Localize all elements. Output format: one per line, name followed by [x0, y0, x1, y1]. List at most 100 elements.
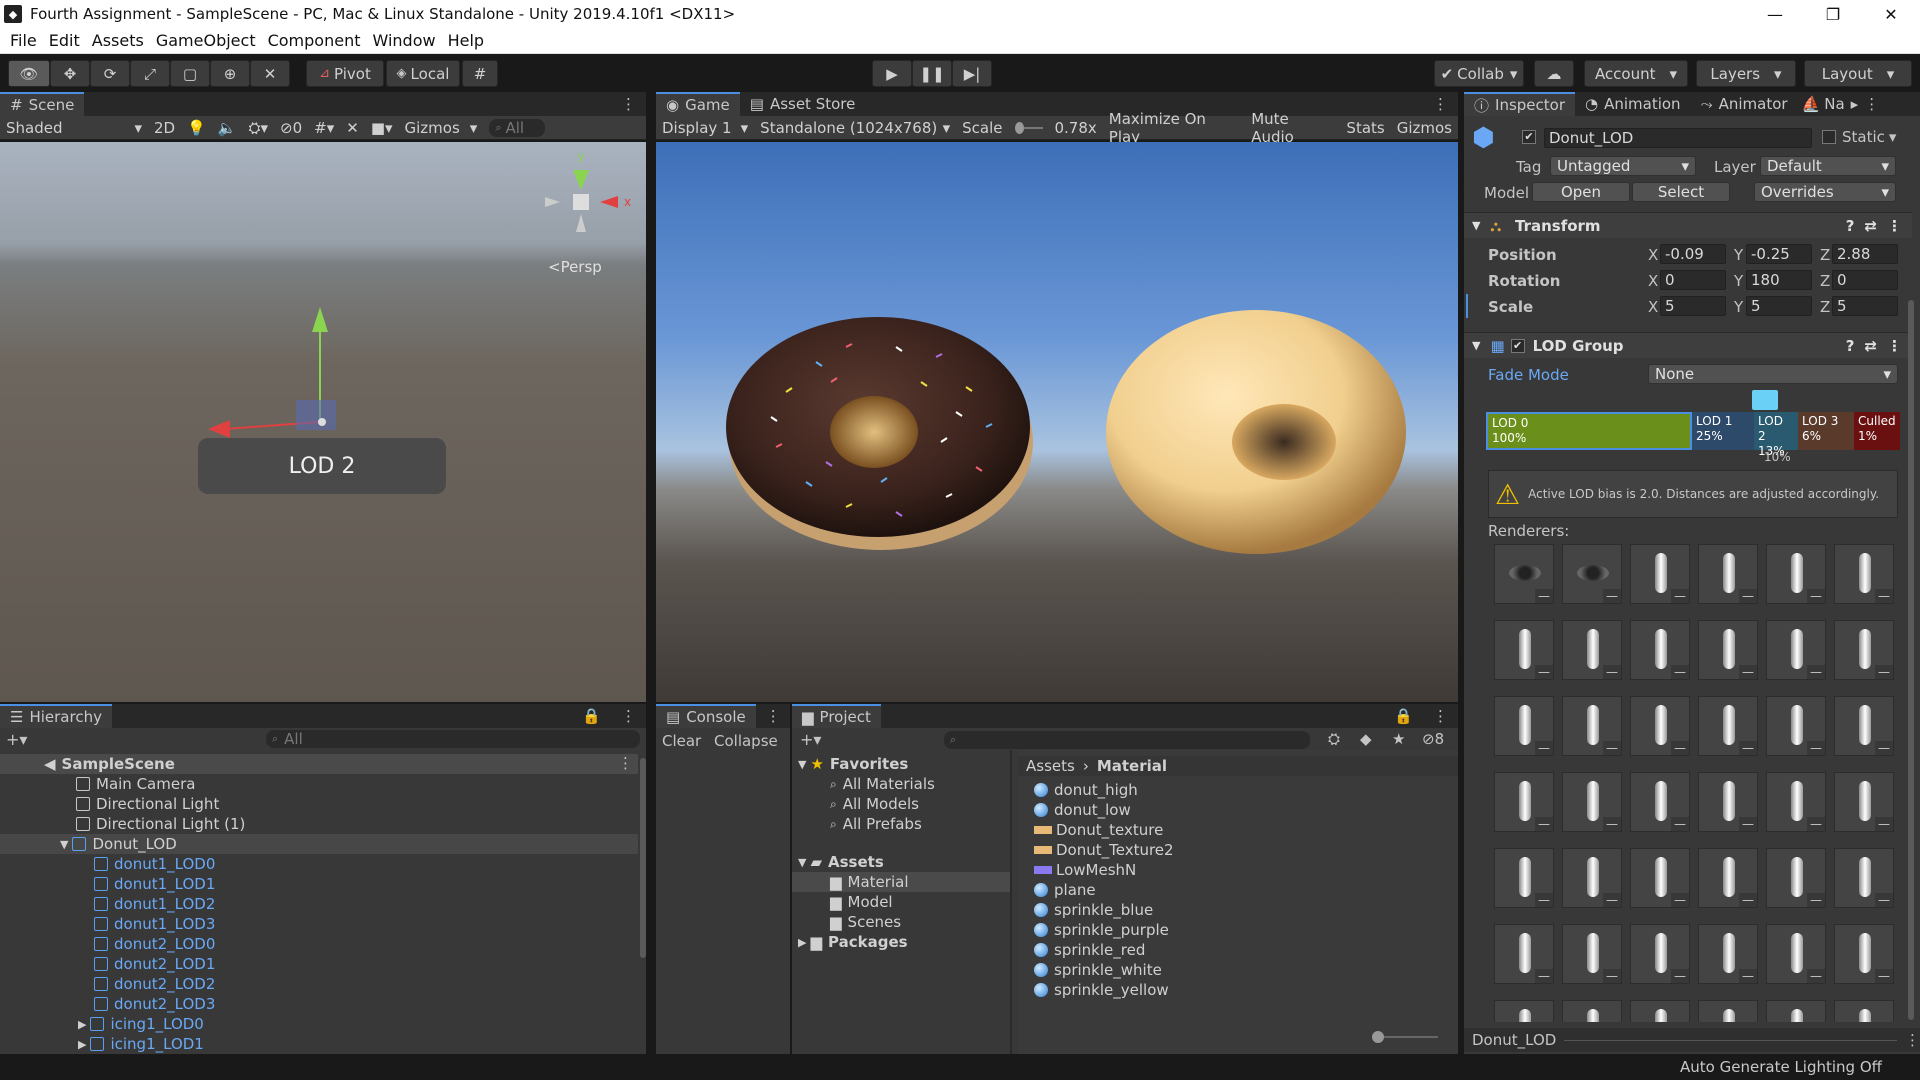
tab-asset-store[interactable]: ▤ Asset Store — [740, 92, 866, 116]
remove-renderer-button[interactable]: — — [1535, 969, 1553, 983]
renderer-thumbnail[interactable]: — — [1562, 544, 1622, 604]
scale-tool-icon[interactable]: ⤢ — [130, 60, 170, 87]
maximize-on-play-toggle[interactable]: Maximize On Play — [1103, 110, 1245, 146]
renderer-thumbnail[interactable]: — — [1766, 848, 1826, 908]
menu-component[interactable]: Component — [268, 31, 361, 50]
persp-label[interactable]: <Persp — [548, 258, 602, 276]
renderer-thumbnail[interactable]: — — [1494, 848, 1554, 908]
tab-console[interactable]: ▤ Console — [656, 704, 756, 728]
remove-renderer-button[interactable]: — — [1603, 969, 1621, 983]
hierarchy-search-input[interactable]: ⌕ All — [266, 730, 640, 748]
renderer-thumbnail[interactable]: — — [1766, 1000, 1826, 1022]
hierarchy-row[interactable]: donut1_LOD3 — [0, 914, 638, 934]
tab-animation[interactable]: ◔ Animation — [1575, 92, 1691, 116]
preset-icon[interactable]: ⇄ — [1864, 337, 1877, 355]
remove-renderer-button[interactable]: — — [1671, 817, 1689, 831]
remove-renderer-button[interactable]: — — [1875, 893, 1893, 907]
renderer-thumbnail[interactable]: — — [1698, 544, 1758, 604]
tab-hierarchy[interactable]: ☰ Hierarchy — [0, 704, 112, 728]
component-enabled-checkbox[interactable]: ✔ — [1510, 338, 1525, 353]
folder-row[interactable]: ▆ Model — [830, 892, 893, 912]
remove-renderer-button[interactable]: — — [1875, 741, 1893, 755]
hierarchy-row[interactable]: donut1_LOD0 — [0, 854, 638, 874]
grid-toggle-icon[interactable]: #▾ — [308, 119, 340, 137]
tab-game[interactable]: ◉ Game — [656, 92, 740, 116]
tab-navigation[interactable]: ⛵ Na — [1798, 92, 1849, 116]
favorite-item[interactable]: ⌕ All Models — [830, 794, 919, 814]
remove-renderer-button[interactable]: — — [1671, 969, 1689, 983]
restore-icon[interactable]: ❐ — [1804, 0, 1862, 28]
file-item[interactable]: donut_high — [1034, 780, 1138, 800]
renderer-thumbnail[interactable]: — — [1698, 772, 1758, 832]
rect-tool-icon[interactable]: ▢ — [170, 60, 210, 87]
rotation-x-input[interactable]: 0 — [1660, 270, 1726, 290]
renderer-thumbnail[interactable]: — — [1766, 924, 1826, 984]
rotation-y-input[interactable]: 180 — [1746, 270, 1812, 290]
tab-project[interactable]: ▆ Project — [792, 704, 881, 728]
scale-y-input[interactable]: 5 — [1746, 296, 1812, 316]
remove-renderer-button[interactable]: — — [1535, 817, 1553, 831]
renderer-thumbnail[interactable]: — — [1698, 1000, 1758, 1022]
icon-size-slider[interactable] — [1372, 1031, 1438, 1043]
pivot-button[interactable]: ⊿ Pivot — [306, 60, 384, 87]
effects-icon[interactable]: ⛭▾ — [242, 119, 274, 137]
static-dropdown[interactable]: Static ▾ — [1842, 128, 1896, 146]
open-button[interactable]: Open — [1532, 182, 1630, 202]
move-tool-icon[interactable]: ✥ — [50, 60, 90, 87]
favorite-item[interactable]: ⌕ All Materials — [830, 774, 935, 794]
remove-renderer-button[interactable]: — — [1875, 969, 1893, 983]
renderer-thumbnail[interactable]: — — [1630, 696, 1690, 756]
collapse-button[interactable]: Collapse — [714, 732, 778, 750]
renderer-thumbnail[interactable]: — — [1562, 696, 1622, 756]
renderer-thumbnail[interactable]: — — [1494, 772, 1554, 832]
rotate-tool-icon[interactable]: ⟳ — [90, 60, 130, 87]
renderer-thumbnail[interactable]: — — [1562, 772, 1622, 832]
menu-edit[interactable]: Edit — [49, 31, 80, 50]
camera-icon[interactable]: ■▾ — [365, 119, 399, 137]
renderer-thumbnail[interactable]: — — [1834, 1000, 1894, 1022]
remove-renderer-button[interactable]: — — [1535, 665, 1553, 679]
renderer-thumbnail[interactable]: — — [1834, 924, 1894, 984]
remove-renderer-button[interactable]: — — [1807, 817, 1825, 831]
file-item[interactable]: sprinkle_white — [1034, 960, 1162, 980]
component-menu-icon[interactable]: ⋮ — [1887, 217, 1902, 235]
move-handle-x-arrow[interactable] — [208, 420, 230, 438]
help-icon[interactable]: ? — [1846, 337, 1855, 355]
renderer-thumbnail[interactable]: — — [1494, 620, 1554, 680]
remove-renderer-button[interactable]: — — [1807, 893, 1825, 907]
position-x-input[interactable]: -0.09 — [1660, 244, 1726, 264]
filter-label-icon[interactable]: ◆ — [1360, 730, 1372, 748]
renderer-thumbnail[interactable]: — — [1630, 924, 1690, 984]
assets-row[interactable]: ▼ ▰ Assets — [798, 852, 884, 872]
mute-audio-toggle[interactable]: Mute Audio — [1245, 110, 1340, 146]
tab-overflow-icon[interactable]: ▸ — [1849, 92, 1861, 116]
rotation-z-input[interactable]: 0 — [1832, 270, 1898, 290]
remove-renderer-button[interactable]: — — [1739, 817, 1757, 831]
remove-renderer-button[interactable]: — — [1739, 589, 1757, 603]
hierarchy-row[interactable]: donut1_LOD1 — [0, 874, 638, 894]
clear-button[interactable]: Clear — [662, 732, 701, 750]
renderer-thumbnail[interactable]: — — [1766, 772, 1826, 832]
menu-help[interactable]: Help — [448, 31, 484, 50]
tab-animator[interactable]: ⤳ Animator — [1691, 92, 1798, 116]
scene-view[interactable]: y x <Persp LOD 2 — [0, 142, 646, 702]
status-text[interactable]: Auto Generate Lighting Off — [1680, 1058, 1882, 1076]
cloud-icon[interactable]: ☁ — [1534, 60, 1574, 87]
hierarchy-row[interactable]: donut2_LOD0 — [0, 934, 638, 954]
game-view[interactable] — [656, 142, 1458, 702]
renderer-thumbnail[interactable]: — — [1562, 848, 1622, 908]
remove-renderer-button[interactable]: — — [1875, 665, 1893, 679]
lock-icon[interactable]: 🔒 — [572, 704, 611, 728]
remove-renderer-button[interactable]: — — [1603, 741, 1621, 755]
folder-row-selected[interactable]: ▆ Material — [792, 872, 1010, 892]
tab-scene[interactable]: # Scene — [0, 92, 85, 116]
favorites-row[interactable]: ▼ ★ Favorites — [798, 754, 908, 774]
lod-segment-1[interactable]: LOD 1 25% — [1692, 412, 1754, 450]
renderer-thumbnail[interactable]: — — [1494, 696, 1554, 756]
layer-dropdown[interactable]: Default ▾ — [1760, 156, 1896, 176]
scale-x-input[interactable]: 5 — [1660, 296, 1726, 316]
remove-renderer-button[interactable]: — — [1671, 665, 1689, 679]
project-search-input[interactable]: ⌕ — [944, 731, 1310, 749]
remove-renderer-button[interactable]: — — [1807, 741, 1825, 755]
position-y-input[interactable]: -0.25 — [1746, 244, 1812, 264]
